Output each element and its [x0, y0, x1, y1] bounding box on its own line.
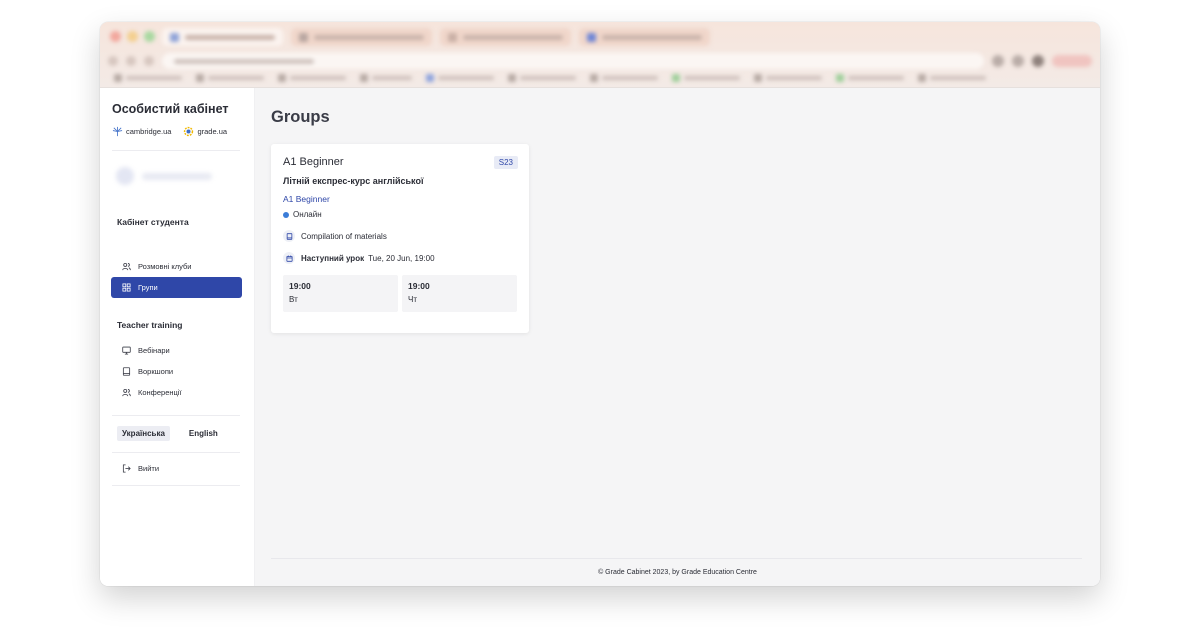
sidebar: Особистий кабінет cambridge.ua grade.ua	[100, 88, 255, 586]
user-profile[interactable]	[116, 167, 212, 185]
sidebar-item-speaking-clubs[interactable]: Розмовні клуби	[111, 256, 242, 277]
status-badge: Онлайн	[283, 210, 322, 219]
slot-day: Вт	[289, 295, 298, 304]
divider	[112, 150, 240, 151]
sidebar-item-label: Розмовні клуби	[138, 262, 192, 271]
sidebar-item-label: Групи	[138, 283, 158, 292]
bookmarks-bar[interactable]	[114, 72, 1086, 84]
schedule: 19:00 Вт 19:00 Чт	[283, 275, 517, 312]
grade-label: grade.ua	[197, 127, 228, 136]
divider	[112, 452, 240, 453]
avatar	[116, 167, 134, 185]
divider	[112, 485, 240, 486]
sidebar-item-label: Воркшопи	[138, 367, 174, 376]
monitor-icon	[122, 346, 131, 355]
page-title: Groups	[271, 108, 330, 126]
brand-links: cambridge.ua grade.ua	[112, 126, 227, 137]
sidebar-item-groups[interactable]: Групи	[111, 277, 242, 298]
materials-link[interactable]: Compilation of materials	[283, 230, 387, 242]
status-label: Онлайн	[293, 210, 322, 219]
slot-time: 19:00	[289, 281, 311, 291]
slot-day: Чт	[408, 295, 417, 304]
next-lesson-label: Наступний урок	[301, 253, 365, 263]
divider	[112, 415, 240, 416]
sidebar-item-conferences[interactable]: Конференції	[111, 382, 242, 403]
browser-window: Особистий кабінет cambridge.ua grade.ua	[100, 22, 1100, 586]
users-icon	[122, 388, 131, 397]
logout-icon	[122, 464, 131, 473]
next-lesson: Наступний урок Tue, 20 Jun, 19:00	[283, 252, 435, 264]
cambridge-label: cambridge.ua	[126, 127, 172, 136]
group-code-badge: S23	[493, 156, 518, 169]
cambridge-link[interactable]: cambridge.ua	[112, 126, 171, 137]
sidebar-title: Особистий кабінет	[112, 102, 229, 116]
browser-tabs[interactable]	[162, 28, 710, 48]
materials-label: Compilation of materials	[301, 231, 387, 241]
main-content: Groups A1 Beginner S23 Літній експрес-ку…	[255, 88, 1100, 586]
calendar-icon	[283, 252, 295, 264]
sidebar-item-label: Вебінари	[138, 346, 170, 355]
logout-label: Вийти	[138, 464, 160, 473]
window-controls[interactable]	[110, 31, 155, 42]
book-icon	[283, 230, 295, 242]
group-name: Літній експрес-курс англійської	[283, 176, 424, 186]
schedule-slot: 19:00 Вт	[283, 275, 398, 312]
online-dot-icon	[283, 211, 289, 218]
sidebar-item-webinars[interactable]: Вебінари	[111, 340, 242, 361]
next-lesson-value: Tue, 20 Jun, 19:00	[368, 253, 435, 263]
grid-icon	[122, 283, 131, 292]
book-icon	[122, 367, 131, 376]
footer-text: © Grade Cabinet 2023, by Grade Education…	[598, 569, 757, 576]
users-icon	[122, 262, 131, 271]
cambridge-logo-icon	[112, 126, 123, 137]
footer-divider	[271, 558, 1082, 559]
group-level-link[interactable]: A1 Beginner	[283, 194, 330, 204]
grade-link[interactable]: grade.ua	[183, 126, 227, 137]
grade-logo-icon	[184, 126, 194, 137]
lang-ukrainian[interactable]: Українська	[117, 426, 170, 441]
group-card[interactable]: A1 Beginner S23 Літній експрес-курс англ…	[271, 144, 529, 333]
sidebar-item-label: Конференції	[138, 388, 182, 397]
slot-time: 19:00	[408, 281, 430, 291]
language-switcher: Українська English	[117, 426, 223, 441]
schedule-slot: 19:00 Чт	[402, 275, 517, 312]
user-name-blurred	[142, 172, 212, 180]
section-heading-teacher-training: Teacher training	[117, 320, 183, 330]
address-bar-row[interactable]	[108, 52, 1092, 70]
logout-button[interactable]: Вийти	[122, 464, 159, 473]
section-heading-student: Кабінет студента	[117, 217, 189, 227]
browser-chrome	[100, 22, 1100, 88]
sidebar-item-workshops[interactable]: Воркшопи	[111, 361, 242, 382]
group-level: A1 Beginner	[283, 156, 344, 168]
lang-english[interactable]: English	[184, 426, 223, 441]
